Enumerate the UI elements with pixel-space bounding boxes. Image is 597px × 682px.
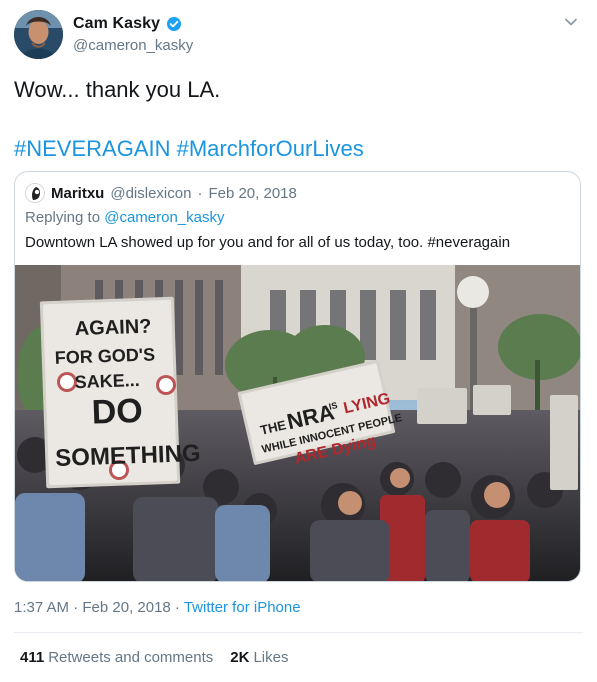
quoted-author-avatar[interactable] — [25, 183, 45, 203]
sign-left-line-1: AGAIN? — [74, 316, 151, 341]
quoted-author-handle[interactable]: @dislexicon — [110, 185, 191, 202]
tweet-text: Wow... thank you LA. — [14, 77, 221, 102]
hashtag-marchforourlives[interactable]: #MarchforOurLives — [177, 136, 364, 161]
retweets-count: 411 — [20, 649, 45, 666]
sign-left-line-4: DO — [91, 392, 143, 432]
verified-badge-icon — [166, 16, 182, 32]
tweet-card: Cam Kasky @cameron_kasky Wow... thank yo… — [0, 0, 597, 682]
sign-left-line-2: FOR GOD'S — [54, 344, 155, 367]
author-info: Cam Kasky @cameron_kasky — [73, 14, 493, 54]
sign-left-line-5: SOMETHING — [55, 440, 201, 472]
quoted-author-name[interactable]: Maritxu — [51, 185, 104, 202]
quoted-date-separator: · — [197, 184, 203, 202]
tweet-stats: 411 Retweets and comments 2K Likes — [20, 649, 289, 666]
hashtag-neveragain[interactable]: #NEVERAGAIN — [14, 136, 171, 161]
likes-count: 2K — [230, 649, 250, 666]
sign-left-line-3: SAKE... — [74, 370, 140, 392]
tweet-header: Cam Kasky @cameron_kasky — [14, 10, 584, 59]
protest-photo[interactable]: AGAIN? FOR GOD'S SAKE... DO SOMETHING TH… — [15, 265, 580, 581]
likes-label: Likes — [253, 649, 289, 666]
quoted-tweet-text: Downtown LA showed up for you and for al… — [25, 234, 511, 251]
retweets-label: Retweets and comments — [48, 649, 214, 666]
quoted-tweet[interactable]: Maritxu @dislexicon · Feb 20, 2018 Reply… — [14, 171, 581, 582]
tweet-hashtags: #NEVERAGAIN #MarchforOurLives — [14, 135, 574, 162]
tweet-source-link[interactable]: Twitter for iPhone — [184, 599, 301, 616]
retweets-stat[interactable]: 411 Retweets and comments — [20, 649, 213, 666]
quoted-tweet-date[interactable]: Feb 20, 2018 — [208, 185, 296, 202]
likes-stat[interactable]: 2K Likes — [230, 649, 288, 666]
stats-divider — [14, 632, 583, 633]
author-display-name[interactable]: Cam Kasky — [73, 15, 160, 33]
display-name-row: Cam Kasky — [73, 14, 493, 34]
tweet-metadata: 1:37 AM · Feb 20, 2018 · Twitter for iPh… — [14, 599, 301, 616]
avatar[interactable] — [14, 10, 63, 59]
author-handle[interactable]: @cameron_kasky — [73, 37, 493, 54]
quoted-tweet-header: Maritxu @dislexicon · Feb 20, 2018 — [25, 182, 570, 204]
replying-to: Replying to @cameron_kasky — [25, 209, 225, 226]
chevron-down-icon[interactable] — [562, 13, 580, 31]
tweet-timestamp[interactable]: 1:37 AM · Feb 20, 2018 · — [14, 599, 180, 616]
replying-handle-link[interactable]: @cameron_kasky — [104, 209, 224, 226]
replying-prefix: Replying to — [25, 209, 101, 226]
